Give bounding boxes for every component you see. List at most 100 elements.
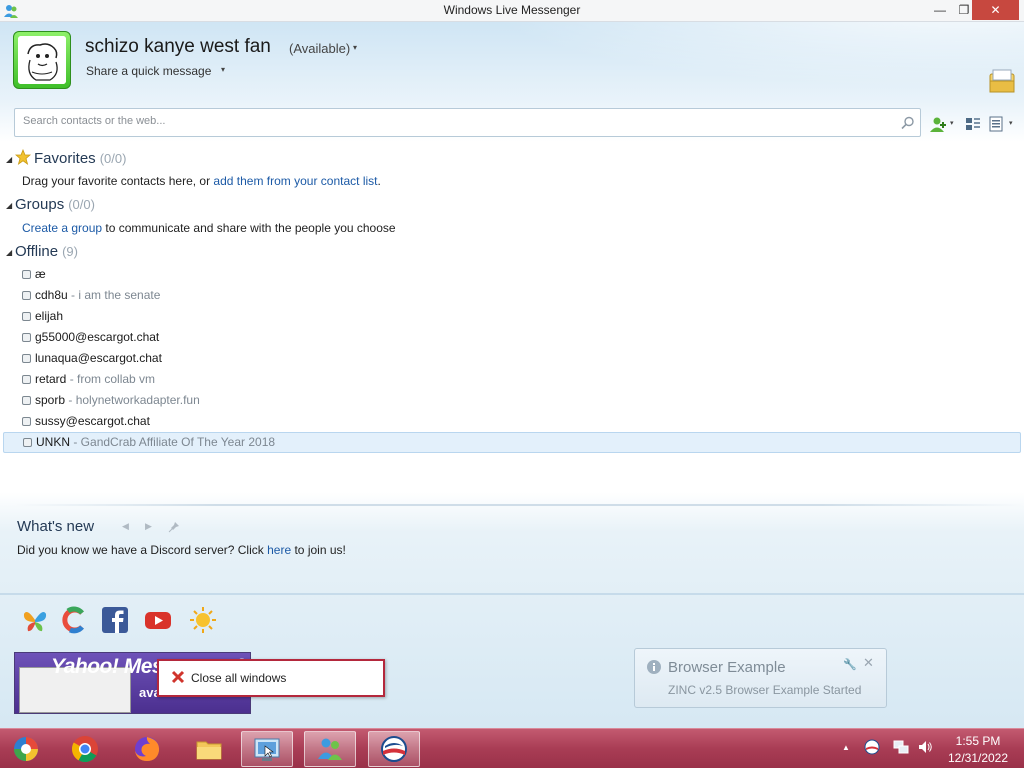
taskbar-chrome[interactable] — [59, 731, 111, 767]
quick-message-dropdown-icon[interactable]: ▾ — [221, 65, 225, 74]
taskbar-firefox[interactable] — [121, 731, 173, 767]
whats-new-suffix: to join us! — [291, 543, 346, 557]
toast-title: Browser Example — [668, 659, 786, 676]
messenger-icon — [318, 738, 342, 760]
contact-item[interactable]: lunaqua@escargot.chat — [3, 348, 1021, 369]
change-layout-icon[interactable] — [964, 115, 982, 133]
status-dropdown-icon[interactable]: ▾ — [353, 43, 357, 52]
whats-new-title: What's new — [17, 518, 95, 535]
flag-tray-icon[interactable] — [864, 739, 880, 755]
control-panel-icon — [254, 738, 280, 761]
status-selector[interactable]: (Available) — [289, 41, 350, 56]
offline-status-icon — [22, 396, 31, 405]
contact-message: - holynetworkadapter.fun — [65, 393, 200, 407]
offline-status-icon — [23, 438, 32, 447]
contact-item[interactable]: cdh8u - i am the senate — [3, 285, 1021, 306]
contact-message: - from collab vm — [66, 372, 156, 386]
firefox-icon — [135, 737, 160, 761]
avatar-picture — [18, 36, 66, 84]
offline-status-icon — [22, 312, 31, 321]
contact-name: UNKN — [36, 435, 71, 449]
whats-new-text: Did you know we have a Discord server? C… — [17, 543, 346, 557]
add-contact-dropdown-icon[interactable]: ▾ — [950, 119, 954, 127]
contact-item-selected[interactable]: UNKN - GandCrab Affiliate Of The Year 20… — [3, 432, 1021, 453]
contact-item[interactable]: retard - from collab vm — [3, 369, 1021, 390]
collapse-triangle-icon[interactable]: ◢ — [6, 248, 15, 257]
folder-icon — [196, 741, 222, 760]
chrome-icon — [71, 736, 98, 763]
close-button[interactable]: ✕ — [972, 0, 1019, 20]
toast-message: ZINC v2.5 Browser Example Started — [668, 683, 862, 697]
toast-close-button[interactable]: ✕ — [863, 655, 874, 671]
close-all-windows-item[interactable]: Close all windows — [191, 671, 286, 685]
header-background — [404, 22, 1024, 102]
search-input[interactable] — [23, 115, 883, 127]
group-favorites[interactable]: ◢ Favorites (0/0) — [6, 148, 126, 167]
create-group-link[interactable]: Create a group — [22, 221, 102, 235]
collapse-triangle-icon[interactable]: ◢ — [6, 155, 15, 164]
whats-new-message: Did you know we have a Discord server? C… — [17, 543, 268, 557]
taskbar-messenger[interactable] — [304, 731, 356, 767]
quick-message-field[interactable]: Share a quick message — [86, 64, 211, 78]
offline-status-icon — [22, 333, 31, 342]
contact-name: g55000@escargot.chat — [35, 330, 160, 344]
contact-name: elijah — [35, 309, 64, 323]
offline-status-icon — [22, 375, 31, 384]
contact-item[interactable]: æ — [3, 264, 1021, 285]
msn-butterfly-icon[interactable] — [21, 606, 49, 634]
show-menu-dropdown-icon[interactable]: ▾ — [1009, 119, 1013, 127]
clock-time[interactable]: 1:55 PM — [940, 734, 1016, 748]
contact-item[interactable]: elijah — [3, 306, 1021, 327]
display-name[interactable]: schizo kanye west fan — [85, 36, 271, 58]
group-groups[interactable]: ◢ Groups (0/0) — [6, 196, 95, 213]
collapse-triangle-icon[interactable]: ◢ — [6, 201, 15, 210]
contact-item[interactable]: g55000@escargot.chat — [3, 327, 1021, 348]
taskbar: ▲ 1:55 PM 12/31/2022 — [0, 728, 1024, 768]
offline-status-icon — [22, 354, 31, 363]
info-icon — [647, 660, 661, 674]
group-title: Groups — [15, 196, 65, 213]
taskbar-active-app[interactable] — [241, 731, 293, 767]
notification-toast[interactable]: Browser Example ZINC v2.5 Browser Exampl… — [634, 648, 887, 708]
youtube-icon[interactable] — [144, 606, 172, 634]
add-from-contact-list-link[interactable]: add them from your contact list — [213, 174, 377, 188]
round-logo-icon — [381, 736, 407, 762]
avatar[interactable] — [13, 31, 71, 89]
pin-icon[interactable] — [168, 521, 180, 533]
taskbar-app-7[interactable] — [368, 731, 420, 767]
jump-list-popup: Close all windows — [157, 659, 385, 697]
contact-name: lunaqua@escargot.chat — [35, 351, 162, 365]
ccleaner-c-icon[interactable] — [60, 606, 88, 634]
sun-weather-icon[interactable] — [189, 606, 217, 634]
contact-name: sporb — [35, 393, 66, 407]
messenger-main: schizo kanye west fan (Available) ▾ Shar… — [0, 22, 1024, 728]
contact-name: cdh8u — [35, 288, 68, 302]
contact-message: - GandCrab Affiliate Of The Year 2018 — [70, 435, 276, 449]
contact-item[interactable]: sporb - holynetworkadapter.fun — [3, 390, 1021, 411]
previous-arrow-icon[interactable]: ◀ — [122, 521, 129, 532]
search-icon[interactable] — [900, 115, 916, 131]
next-arrow-icon[interactable]: ▶ — [145, 521, 152, 532]
clock-date[interactable]: 12/31/2022 — [940, 751, 1016, 765]
taskbar-file-explorer[interactable] — [183, 731, 235, 767]
avatar-drawing-icon — [18, 36, 66, 84]
offline-status-icon — [22, 291, 31, 300]
show-hidden-icons-button[interactable]: ▲ — [842, 743, 850, 752]
taskbar-app-1[interactable] — [0, 731, 52, 767]
contact-name: retard — [35, 372, 67, 386]
volume-icon[interactable] — [917, 739, 933, 755]
title-bar: Windows Live Messenger — ❐ ✕ — [0, 0, 1024, 22]
discord-link[interactable]: here — [267, 543, 291, 557]
groups-description: Create a group to communicate and share … — [22, 221, 396, 235]
contact-item[interactable]: sussy@escargot.chat — [3, 411, 1021, 432]
colorful-app-icon — [14, 737, 38, 761]
show-menu-icon[interactable] — [988, 115, 1006, 133]
facebook-icon[interactable] — [101, 606, 129, 634]
group-offline[interactable]: ◢ Offline (9) — [6, 243, 78, 260]
add-contact-icon[interactable] — [929, 115, 947, 133]
network-icon[interactable] — [893, 739, 909, 755]
contact-name: æ — [35, 267, 46, 281]
inbox-icon[interactable] — [987, 68, 1017, 94]
wrench-icon[interactable]: 🔧 — [843, 658, 857, 671]
groups-desc-text: to communicate and share with the people… — [102, 221, 396, 235]
